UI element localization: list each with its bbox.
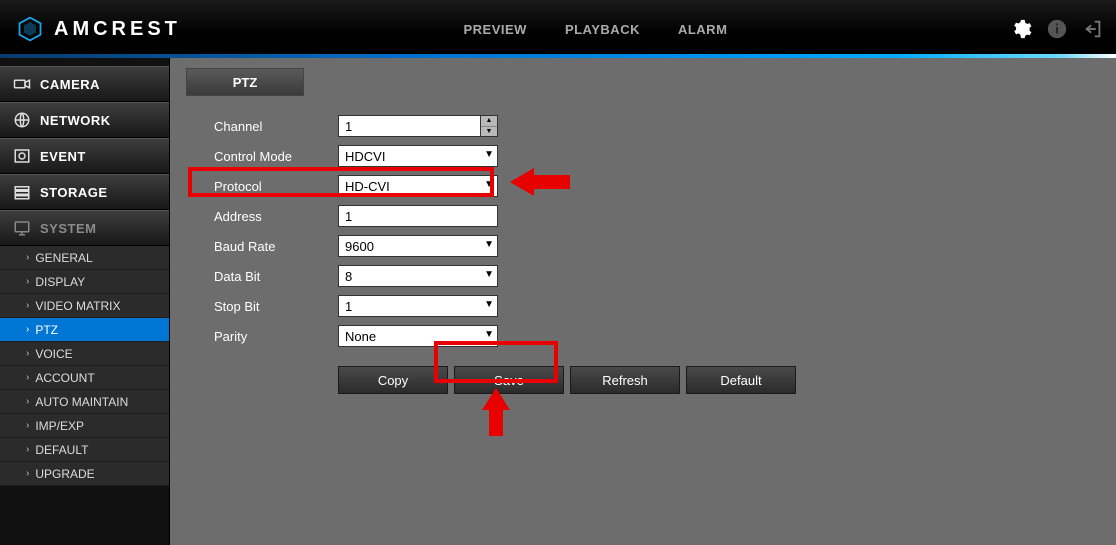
sidebar-sub-account[interactable]: ›ACCOUNT — [0, 366, 169, 390]
chevron-right-icon: › — [26, 468, 29, 479]
sidebar-sub-auto-maintain[interactable]: ›AUTO MAINTAIN — [0, 390, 169, 414]
sidebar-sub-video-matrix[interactable]: ›VIDEO MATRIX — [0, 294, 169, 318]
sidebar-sub-general[interactable]: ›GENERAL — [0, 246, 169, 270]
sidebar-label: EVENT — [40, 149, 86, 164]
address-input[interactable] — [338, 205, 498, 227]
chevron-right-icon: › — [26, 252, 29, 263]
ptz-form: Channel ▲ ▼ Control Mode HDCVI — [186, 112, 1100, 394]
chevron-right-icon: › — [26, 372, 29, 383]
copy-button[interactable]: Copy — [338, 366, 448, 394]
sidebar-sub-voice[interactable]: ›VOICE — [0, 342, 169, 366]
settings-icon[interactable] — [1010, 18, 1032, 40]
parity-select[interactable]: None — [338, 325, 498, 347]
control-mode-select[interactable]: HDCVI — [338, 145, 498, 167]
sidebar-sub-imp-exp[interactable]: ›IMP/EXP — [0, 414, 169, 438]
chevron-right-icon: › — [26, 396, 29, 407]
sidebar-sub-ptz[interactable]: ›PTZ — [0, 318, 169, 342]
sidebar-sub-display[interactable]: ›DISPLAY — [0, 270, 169, 294]
nav-alarm[interactable]: ALARM — [678, 22, 727, 37]
camera-icon — [12, 74, 32, 94]
chevron-right-icon: › — [26, 276, 29, 287]
logout-icon[interactable] — [1082, 18, 1104, 40]
label-stop-bit: Stop Bit — [214, 299, 338, 314]
sidebar-item-system[interactable]: SYSTEM — [0, 210, 169, 246]
label-parity: Parity — [214, 329, 338, 344]
sidebar-item-event[interactable]: EVENT — [0, 138, 169, 174]
stepper-up-icon[interactable]: ▲ — [481, 116, 497, 127]
network-icon — [12, 110, 32, 130]
channel-input[interactable] — [338, 115, 480, 137]
sidebar-label: SYSTEM — [40, 221, 96, 236]
channel-stepper[interactable]: ▲ ▼ — [338, 115, 498, 137]
storage-icon — [12, 182, 32, 202]
header: AMCREST PREVIEW PLAYBACK ALARM — [0, 0, 1116, 58]
sidebar: CAMERA NETWORK EVENT STORAGE SYSTEM — [0, 58, 170, 545]
chevron-right-icon: › — [26, 348, 29, 359]
brand-logo: AMCREST — [16, 15, 181, 43]
refresh-button[interactable]: Refresh — [570, 366, 680, 394]
content-area: PTZ Channel ▲ ▼ Control Mode — [170, 58, 1116, 545]
label-channel: Channel — [214, 119, 338, 134]
stop-bit-select[interactable]: 1 — [338, 295, 498, 317]
protocol-select[interactable]: HD-CVI — [338, 175, 498, 197]
sidebar-sub-default[interactable]: ›DEFAULT — [0, 438, 169, 462]
sidebar-sub-upgrade[interactable]: ›UPGRADE — [0, 462, 169, 486]
info-icon[interactable] — [1046, 18, 1068, 40]
top-nav: PREVIEW PLAYBACK ALARM — [181, 22, 1010, 37]
nav-preview[interactable]: PREVIEW — [463, 22, 526, 37]
annotation-arrow-save — [480, 388, 512, 436]
sidebar-item-camera[interactable]: CAMERA — [0, 66, 169, 102]
sidebar-item-network[interactable]: NETWORK — [0, 102, 169, 138]
label-data-bit: Data Bit — [214, 269, 338, 284]
baud-rate-select[interactable]: 9600 — [338, 235, 498, 257]
stepper-down-icon[interactable]: ▼ — [481, 127, 497, 137]
sidebar-label: NETWORK — [40, 113, 111, 128]
action-button-row: Copy Save Refresh Default — [338, 366, 1100, 394]
label-protocol: Protocol — [214, 179, 338, 194]
chevron-right-icon: › — [26, 444, 29, 455]
default-button[interactable]: Default — [686, 366, 796, 394]
sidebar-submenu-system: ›GENERAL ›DISPLAY ›VIDEO MATRIX ›PTZ ›VO… — [0, 246, 169, 486]
data-bit-select[interactable]: 8 — [338, 265, 498, 287]
chevron-right-icon: › — [26, 420, 29, 431]
label-address: Address — [214, 209, 338, 224]
annotation-arrow-protocol — [510, 166, 570, 198]
brand-hex-icon — [16, 15, 44, 43]
tab-ptz[interactable]: PTZ — [186, 68, 304, 96]
sidebar-label: CAMERA — [40, 77, 100, 92]
brand-name: AMCREST — [54, 18, 181, 41]
tab-strip: PTZ — [186, 68, 1100, 96]
chevron-right-icon: › — [26, 324, 29, 335]
sidebar-item-storage[interactable]: STORAGE — [0, 174, 169, 210]
tab-label: PTZ — [233, 75, 258, 90]
system-icon — [12, 218, 32, 238]
event-icon — [12, 146, 32, 166]
label-baud-rate: Baud Rate — [214, 239, 338, 254]
top-icons — [1010, 18, 1104, 40]
chevron-right-icon: › — [26, 300, 29, 311]
nav-playback[interactable]: PLAYBACK — [565, 22, 640, 37]
sidebar-label: STORAGE — [40, 185, 108, 200]
label-control-mode: Control Mode — [214, 149, 338, 164]
